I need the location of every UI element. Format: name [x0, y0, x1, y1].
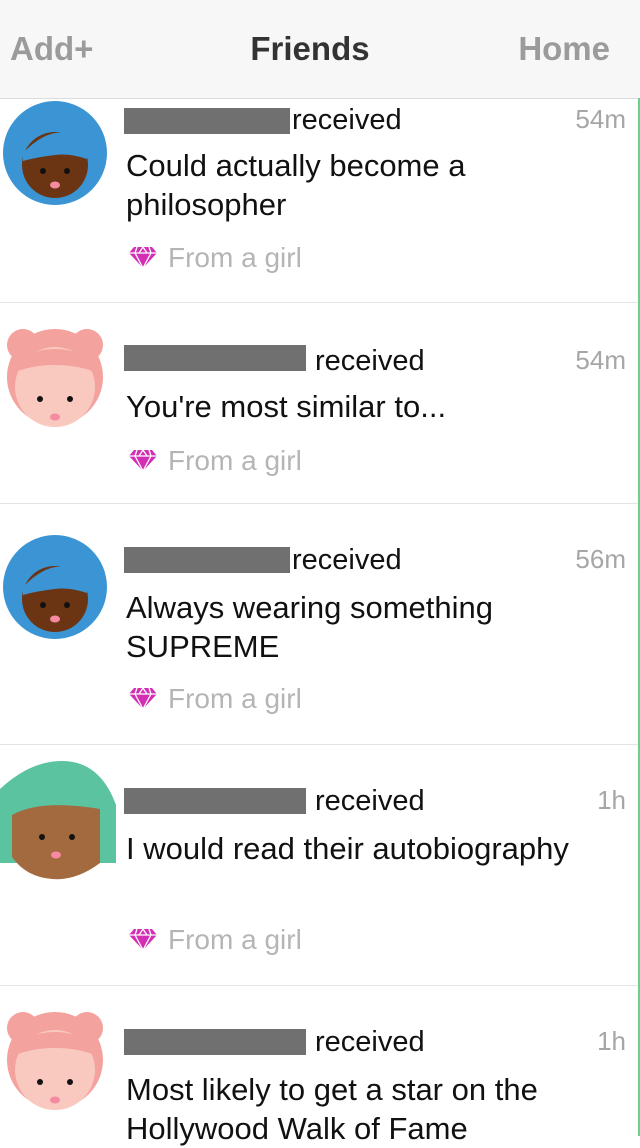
list-item[interactable]: received 54m You're most similar to... F…	[0, 303, 638, 504]
gem-icon	[128, 927, 158, 951]
received-label: received	[292, 104, 402, 136]
from-label: From a girl	[128, 683, 302, 715]
avatar[interactable]	[3, 1008, 107, 1112]
list-item[interactable]: received 56m Always wearing something SU…	[0, 504, 638, 745]
blue-hair-dark-skin-avatar-icon	[3, 535, 107, 639]
received-label: received	[315, 785, 425, 817]
pink-buns-light-skin-avatar-icon	[7, 329, 103, 427]
received-label: received	[315, 1026, 425, 1058]
timestamp: 1h	[597, 785, 626, 815]
nav-bar: Add+ Friends Home	[0, 0, 640, 99]
activity-feed[interactable]: received 54m Could actually become a phi…	[0, 99, 638, 1146]
message-text: Always wearing something SUPREME	[126, 590, 494, 664]
avatar[interactable]	[3, 535, 107, 639]
list-item[interactable]: received 1h Most likely to get a star on…	[0, 986, 638, 1146]
avatar[interactable]	[0, 759, 116, 881]
redacted-name	[124, 547, 290, 573]
timestamp: 54m	[575, 345, 626, 375]
redacted-name	[124, 1029, 306, 1055]
avatar[interactable]	[3, 325, 107, 429]
received-label: received	[315, 345, 425, 377]
redacted-name	[124, 788, 306, 814]
timestamp: 1h	[597, 1026, 626, 1056]
gem-icon	[128, 448, 158, 472]
from-label: From a girl	[128, 242, 302, 274]
message-text: Could actually become a philosopher	[126, 148, 466, 222]
message-text: I would read their autobiography	[126, 831, 569, 866]
pink-buns-light-skin-avatar-icon	[7, 1012, 103, 1110]
home-button[interactable]: Home	[518, 30, 610, 68]
gem-icon	[128, 245, 158, 269]
timestamp: 54m	[575, 104, 626, 134]
from-label: From a girl	[128, 924, 302, 956]
teal-hair-brown-skin-avatar-icon	[0, 761, 116, 880]
from-text: From a girl	[168, 683, 302, 714]
redacted-name	[124, 345, 306, 371]
from-text: From a girl	[168, 924, 302, 955]
from-label: From a girl	[128, 445, 302, 477]
from-text: From a girl	[168, 445, 302, 476]
message-text: Most likely to get a star on the Hollywo…	[126, 1072, 538, 1146]
gem-icon	[128, 686, 158, 710]
from-text: From a girl	[168, 242, 302, 273]
redacted-name	[124, 108, 290, 134]
timestamp: 56m	[575, 544, 626, 574]
blue-hair-dark-skin-avatar-icon	[3, 101, 107, 205]
list-item[interactable]: received 1h I would read their autobiogr…	[0, 745, 638, 986]
list-item[interactable]: received 54m Could actually become a phi…	[0, 99, 638, 303]
avatar[interactable]	[3, 101, 107, 205]
received-label: received	[292, 544, 402, 576]
message-text: You're most similar to...	[126, 389, 447, 424]
